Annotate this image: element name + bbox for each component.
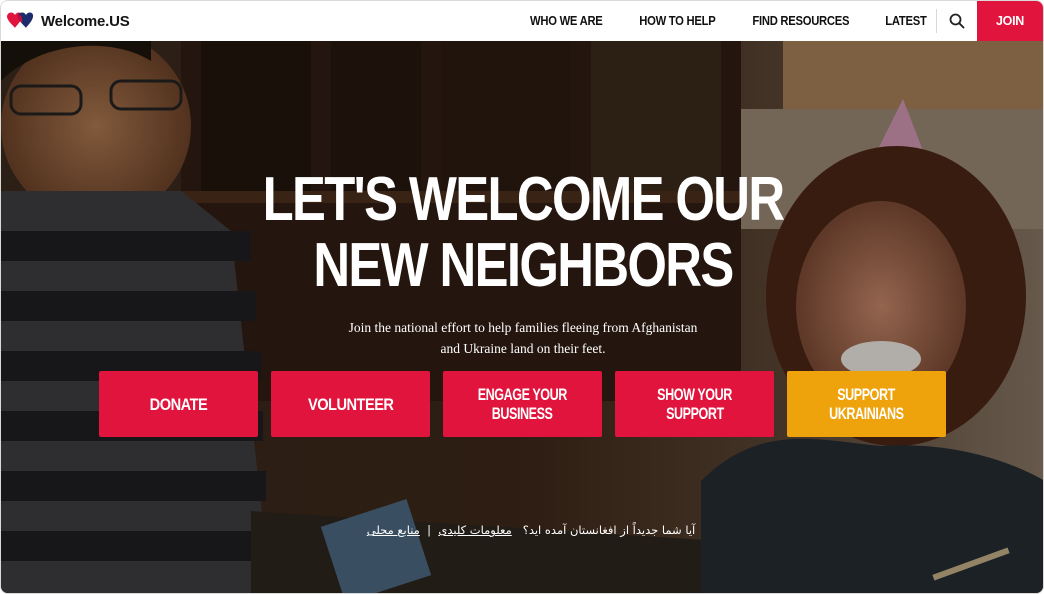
brand-name: Welcome.US bbox=[41, 12, 130, 30]
nav-who-we-are[interactable]: WHO WE ARE bbox=[530, 14, 603, 28]
donate-label: DONATE bbox=[149, 394, 208, 414]
show-support-button[interactable]: SHOW YOUR SUPPORT bbox=[615, 371, 774, 437]
cta-buttons: DONATE VOLUNTEER ENGAGE YOUR BUSINESS SH… bbox=[99, 371, 947, 437]
volunteer-button[interactable]: VOLUNTEER bbox=[271, 371, 430, 437]
subtext-line-2: and Ukraine land on their feet. bbox=[440, 341, 606, 356]
show-support-line-1: SHOW YOUR bbox=[657, 385, 732, 404]
hero-headline: LET'S WELCOME OUR NEW NEIGHBORS bbox=[95, 167, 951, 299]
farsi-resource-bar: آیا شما جدیداً از افغانستان آمده اید؟ مع… bbox=[301, 523, 761, 537]
farsi-separator: | bbox=[427, 523, 432, 537]
top-navigation: Welcome.US WHO WE ARE HOW TO HELP FIND R… bbox=[1, 1, 1043, 41]
support-ukrainians-label: SUPPORT UKRAINIANS bbox=[823, 385, 910, 423]
search-button[interactable] bbox=[937, 1, 977, 41]
engage-business-button[interactable]: ENGAGE YOUR BUSINESS bbox=[443, 371, 602, 437]
farsi-question: آیا شما جدیداً از افغانستان آمده اید؟ bbox=[522, 523, 696, 537]
join-button[interactable]: JOIN bbox=[977, 1, 1043, 41]
brand-logo[interactable]: Welcome.US bbox=[5, 1, 130, 41]
headline-line-2: NEW NEIGHBORS bbox=[313, 231, 734, 300]
show-support-line-2: SUPPORT bbox=[665, 404, 724, 423]
main-nav: WHO WE ARE HOW TO HELP FIND RESOURCES LA… bbox=[526, 1, 929, 41]
farsi-key-info-link[interactable]: معلومات کلیدی bbox=[438, 523, 511, 537]
support-ukrainians-line-2: UKRAINIANS bbox=[829, 404, 904, 423]
farsi-local-resources-link[interactable]: منابع محلی bbox=[367, 523, 420, 537]
heart-logo-icon bbox=[7, 12, 34, 28]
nav-latest[interactable]: LATEST bbox=[885, 14, 927, 28]
engage-business-label: ENGAGE YOUR BUSINESS bbox=[471, 385, 575, 423]
hero-subtext: Join the national effort to help familie… bbox=[298, 317, 748, 359]
browser-frame: Welcome.US WHO WE ARE HOW TO HELP FIND R… bbox=[0, 0, 1044, 594]
support-ukrainians-button[interactable]: SUPPORT UKRAINIANS bbox=[787, 371, 946, 437]
show-support-label: SHOW YOUR SUPPORT bbox=[651, 385, 738, 423]
volunteer-label: VOLUNTEER bbox=[307, 394, 394, 414]
engage-business-line-2: BUSINESS bbox=[492, 404, 553, 423]
headline-line-1: LET'S WELCOME OUR bbox=[262, 165, 785, 234]
engage-business-line-1: ENGAGE YOUR bbox=[477, 385, 568, 404]
search-icon bbox=[949, 13, 965, 29]
nav-find-resources[interactable]: FIND RESOURCES bbox=[753, 14, 850, 28]
nav-how-to-help[interactable]: HOW TO HELP bbox=[639, 14, 715, 28]
donate-button[interactable]: DONATE bbox=[99, 371, 258, 437]
support-ukrainians-line-1: SUPPORT bbox=[837, 385, 896, 404]
subtext-line-1: Join the national effort to help familie… bbox=[348, 320, 698, 335]
hero-section: LET'S WELCOME OUR NEW NEIGHBORS Join the… bbox=[1, 41, 1043, 593]
